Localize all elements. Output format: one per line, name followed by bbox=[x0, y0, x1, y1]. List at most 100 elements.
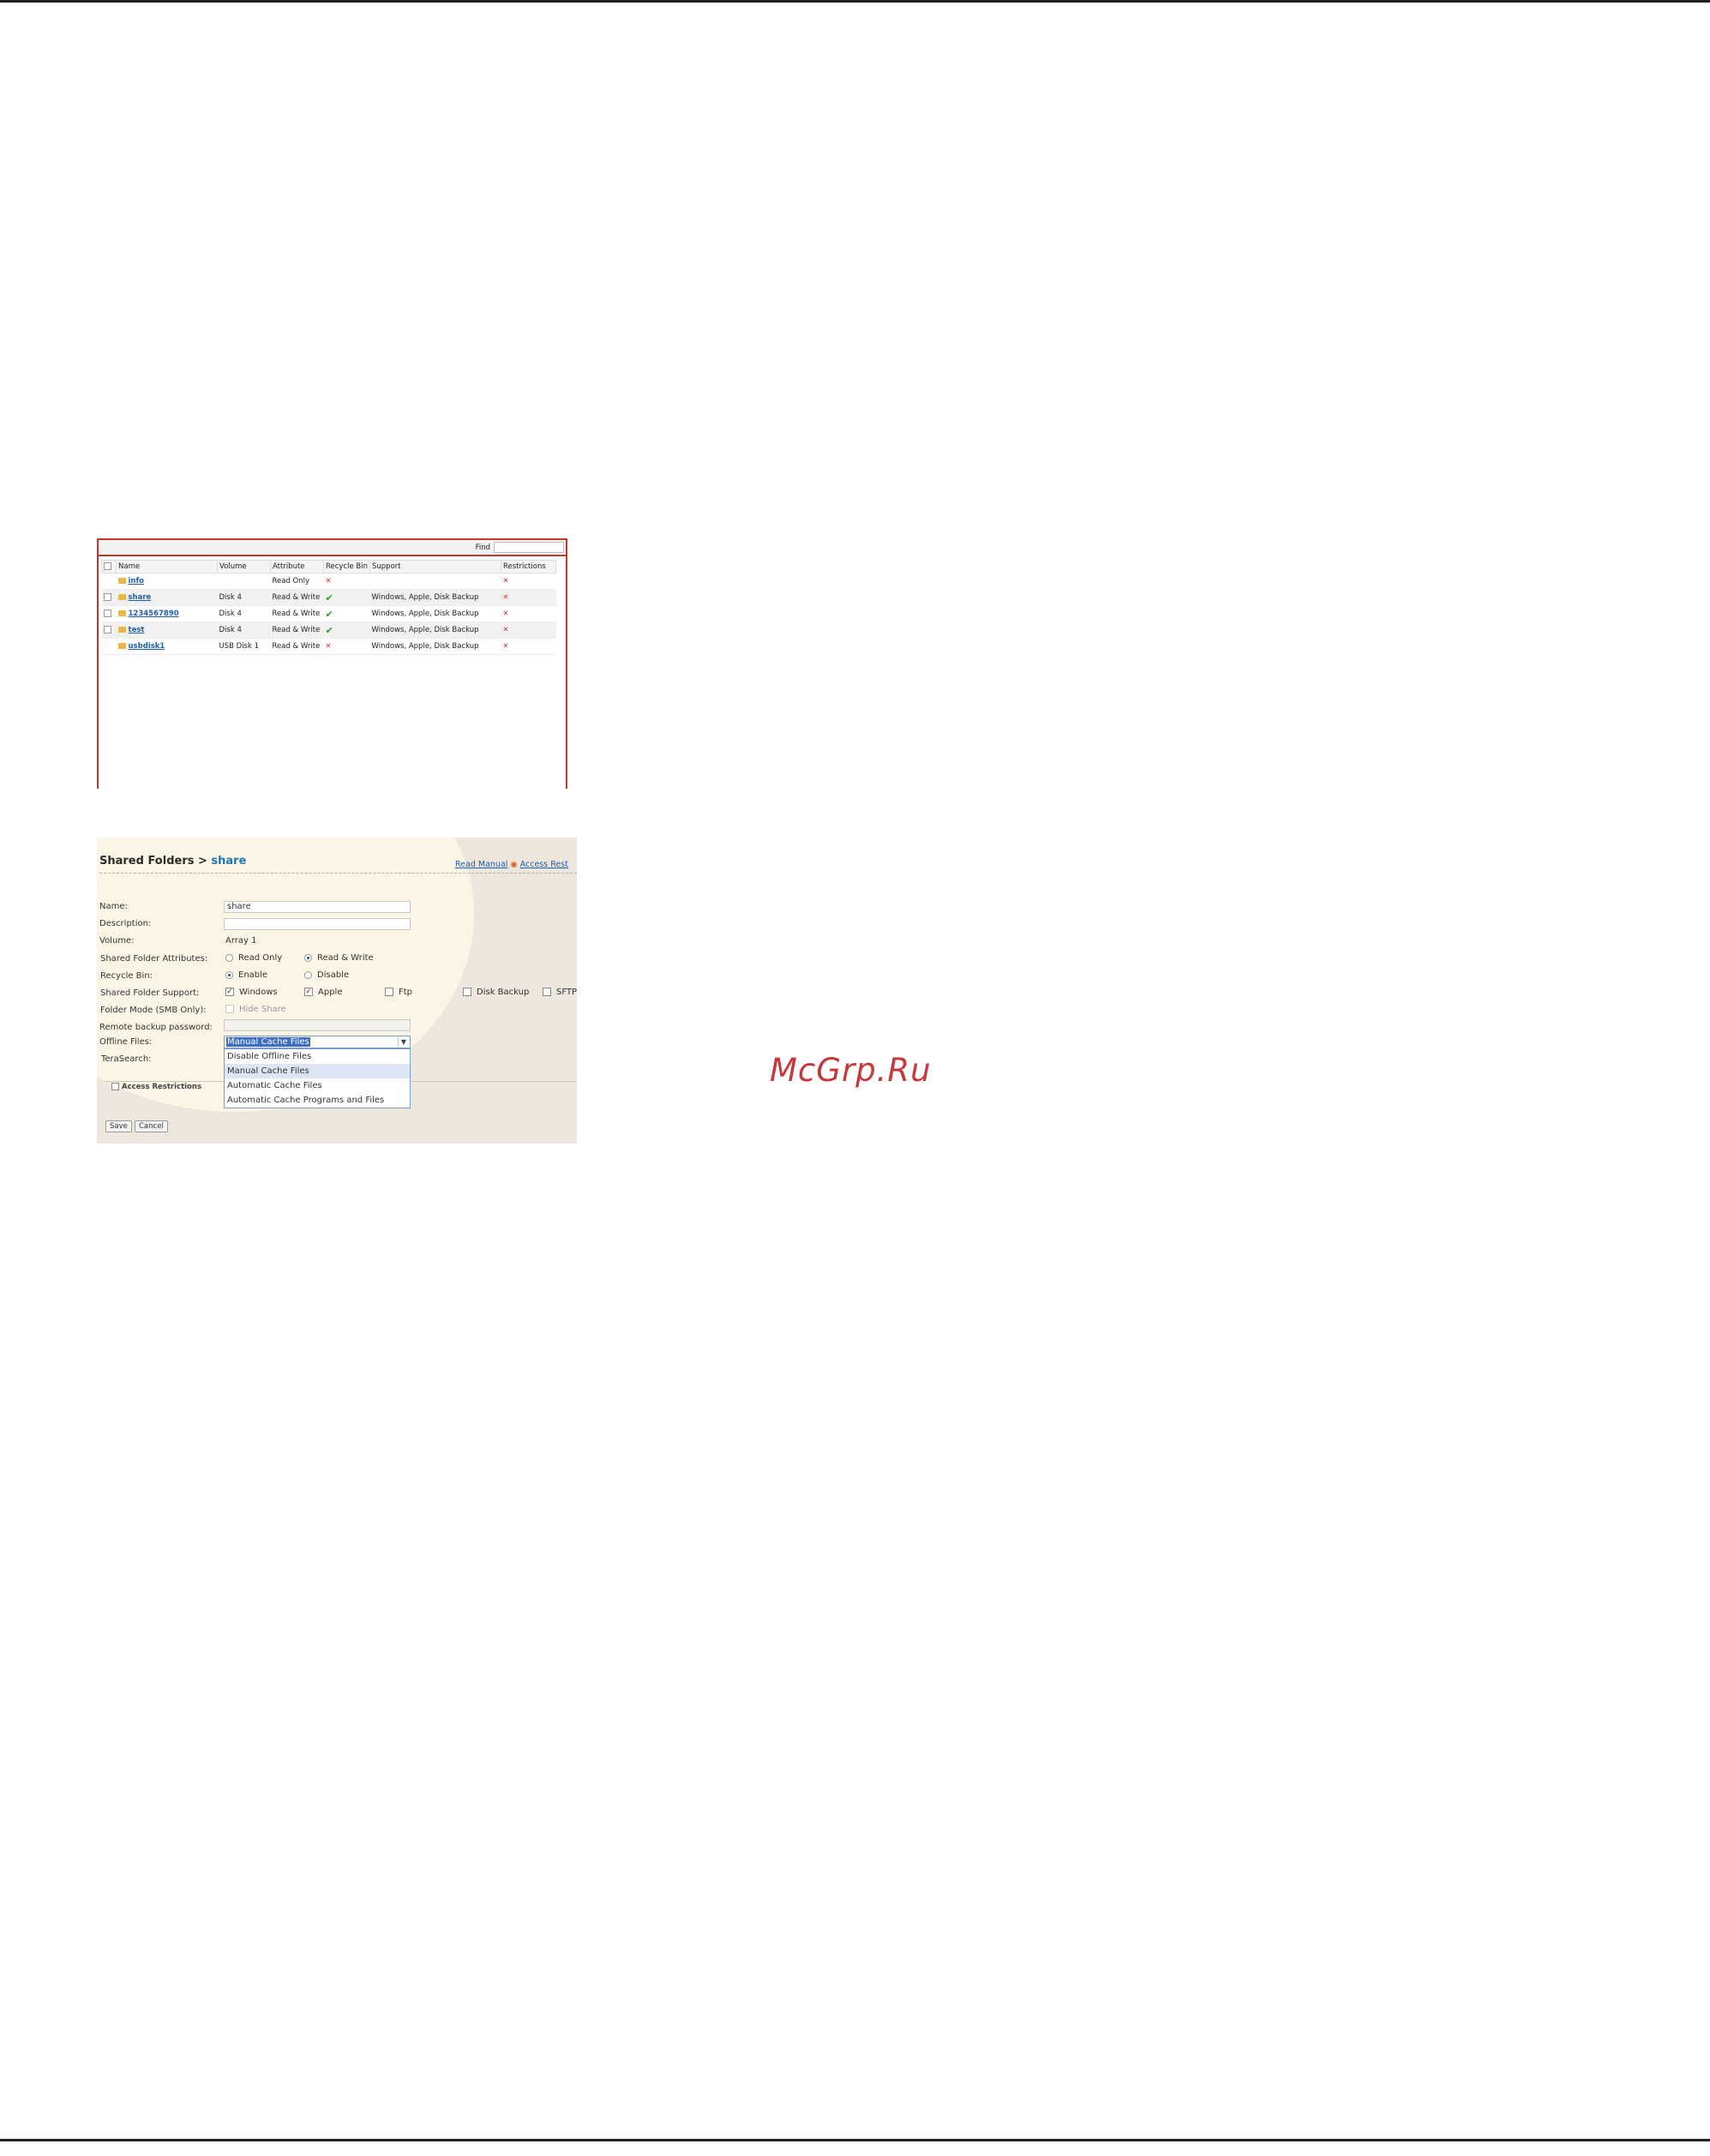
support-label: Shared Folder Support: bbox=[100, 988, 200, 998]
offline-files-select[interactable]: Manual Cache Files ▼ bbox=[224, 1036, 411, 1048]
support-cell bbox=[369, 573, 501, 590]
support-ftp-checkbox[interactable] bbox=[385, 988, 393, 996]
row-select-cell[interactable] bbox=[101, 573, 117, 590]
access-restrictions-row[interactable]: Access Restrictions bbox=[111, 1083, 201, 1091]
folder-icon bbox=[117, 610, 126, 616]
col-recycle-bin[interactable]: Recycle Bin bbox=[323, 560, 370, 574]
col-name[interactable]: Name bbox=[116, 560, 218, 574]
row-checkbox[interactable] bbox=[103, 593, 111, 601]
hide-share-checkbox[interactable] bbox=[225, 1005, 234, 1013]
support-sftp-option[interactable]: SFTP bbox=[543, 988, 577, 997]
top-links: Read Manual ◉ Access Rest bbox=[455, 860, 568, 869]
shared-folders-list-screenshot: Find Name Volume Attribute Recycle Bin S… bbox=[97, 538, 567, 789]
attr-read-write-radio[interactable] bbox=[304, 953, 312, 962]
description-field[interactable] bbox=[224, 918, 411, 930]
recycle-bin-cell: ✔ bbox=[323, 622, 370, 639]
row-select-cell[interactable] bbox=[101, 622, 117, 639]
select-all-header[interactable] bbox=[101, 560, 117, 574]
access-restrictions-link[interactable]: Access Rest bbox=[520, 860, 568, 869]
access-restrictions-checkbox[interactable] bbox=[111, 1083, 119, 1090]
dropdown-option[interactable]: Automatic Cache Files bbox=[225, 1078, 410, 1093]
share-name-link[interactable]: 1234567890 bbox=[129, 610, 179, 618]
attr-read-only-radio[interactable] bbox=[225, 953, 233, 962]
support-disk-backup-label: Disk Backup bbox=[477, 988, 530, 997]
breadcrumb-current: share bbox=[211, 855, 247, 868]
recycle-bin-cell: ✕ bbox=[323, 573, 370, 590]
row-checkbox[interactable] bbox=[103, 610, 111, 617]
find-input[interactable] bbox=[494, 542, 564, 553]
volume-label: Volume: bbox=[99, 936, 135, 946]
cancel-button[interactable]: Cancel bbox=[135, 1120, 168, 1132]
folder-icon bbox=[117, 627, 126, 633]
bottom-rule bbox=[0, 2139, 1710, 2141]
share-name-link[interactable]: usbdisk1 bbox=[129, 642, 165, 651]
breadcrumb-parent[interactable]: Shared Folders > bbox=[99, 855, 207, 868]
col-support[interactable]: Support bbox=[369, 560, 501, 574]
cross-icon: ✕ bbox=[502, 577, 509, 586]
attributes-label: Shared Folder Attributes: bbox=[100, 954, 208, 964]
support-ftp-option[interactable]: Ftp bbox=[385, 988, 412, 997]
support-apple-checkbox[interactable]: ✓ bbox=[304, 988, 313, 996]
recycle-disable-option[interactable]: Disable bbox=[304, 970, 349, 980]
offline-files-selected: Manual Cache Files bbox=[226, 1037, 310, 1047]
row-select-cell[interactable] bbox=[101, 638, 117, 655]
dropdown-option[interactable]: Manual Cache Files bbox=[225, 1064, 410, 1078]
share-name-link[interactable]: info bbox=[129, 577, 145, 586]
check-icon: ✔ bbox=[325, 624, 333, 636]
volume-value: Array 1 bbox=[225, 936, 257, 946]
table-row[interactable]: usbdisk1 USB Disk 1 Read & Write ✕ Windows, … bbox=[101, 638, 556, 655]
volume-cell: Disk 4 bbox=[217, 605, 271, 622]
row-checkbox[interactable] bbox=[103, 626, 111, 634]
col-volume[interactable]: Volume bbox=[217, 560, 271, 574]
description-label: Description: bbox=[99, 919, 152, 928]
hide-share-option[interactable]: Hide Share bbox=[225, 1005, 286, 1014]
share-name-link[interactable]: test bbox=[129, 626, 145, 634]
dropdown-option[interactable]: Disable Offline Files bbox=[225, 1049, 410, 1064]
restrictions-cell: ✕ bbox=[501, 605, 556, 622]
support-windows-option[interactable]: ✓ Windows bbox=[225, 988, 278, 997]
cross-icon: ✕ bbox=[502, 610, 509, 618]
read-manual-link[interactable]: Read Manual bbox=[455, 860, 507, 869]
share-name-cell: test bbox=[116, 622, 218, 639]
support-cell: Windows, Apple, Disk Backup bbox=[369, 605, 501, 622]
col-restrictions[interactable]: Restrictions bbox=[501, 560, 556, 574]
share-name-cell: usbdisk1 bbox=[116, 638, 218, 655]
name-field[interactable]: share bbox=[224, 901, 411, 913]
folder-mode-label: Folder Mode (SMB Only): bbox=[100, 1006, 207, 1015]
folder-icon bbox=[117, 594, 126, 600]
row-select-cell[interactable] bbox=[101, 589, 117, 606]
recycle-bin-cell: ✕ bbox=[323, 638, 370, 655]
support-disk-backup-checkbox[interactable] bbox=[463, 988, 471, 996]
table-row[interactable]: info Read Only ✕ ✕ bbox=[101, 573, 556, 590]
volume-cell: USB Disk 1 bbox=[217, 638, 271, 655]
select-all-checkbox[interactable] bbox=[104, 562, 111, 570]
recycle-bin-cell: ✔ bbox=[323, 605, 370, 622]
support-apple-option[interactable]: ✓ Apple bbox=[304, 988, 342, 997]
support-sftp-checkbox[interactable] bbox=[543, 988, 551, 996]
support-apple-label: Apple bbox=[318, 988, 343, 997]
table-row[interactable]: share Disk 4 Read & Write ✔ Windows, Apple, … bbox=[101, 589, 556, 606]
recycle-enable-radio[interactable] bbox=[225, 970, 233, 979]
support-disk-backup-option[interactable]: Disk Backup bbox=[463, 988, 529, 997]
shared-folder-edit-screenshot: Shared Folders > share Read Manual ◉ Acces… bbox=[97, 838, 577, 1144]
table-row[interactable]: 1234567890 Disk 4 Read & Write ✔ Windows, Ap… bbox=[101, 605, 556, 622]
recycle-enable-option[interactable]: Enable bbox=[225, 970, 267, 980]
row-select-cell[interactable] bbox=[101, 605, 117, 622]
table-row[interactable]: test Disk 4 Read & Write ✔ Windows, Apple, D… bbox=[101, 622, 556, 639]
support-cell: Windows, Apple, Disk Backup bbox=[369, 622, 501, 639]
chevron-down-icon[interactable]: ▼ bbox=[398, 1037, 409, 1047]
attr-read-write-option[interactable]: Read & Write bbox=[304, 953, 374, 963]
share-name-link[interactable]: share bbox=[129, 593, 152, 602]
dropdown-option[interactable]: Automatic Cache Programs and Files bbox=[225, 1093, 410, 1108]
remote-backup-password-field[interactable] bbox=[224, 1019, 411, 1031]
attr-read-only-option[interactable]: Read Only bbox=[225, 953, 282, 963]
attribute-cell: Read & Write bbox=[270, 638, 324, 655]
support-cell: Windows, Apple, Disk Backup bbox=[369, 589, 501, 606]
recycle-disable-radio[interactable] bbox=[304, 970, 312, 979]
volume-cell: Disk 4 bbox=[217, 589, 271, 606]
support-windows-checkbox[interactable]: ✓ bbox=[225, 988, 234, 996]
save-button[interactable]: Save bbox=[105, 1120, 132, 1132]
page-title: Shared Folders > share bbox=[99, 855, 246, 868]
support-ftp-label: Ftp bbox=[399, 988, 413, 997]
col-attribute[interactable]: Attribute bbox=[270, 560, 324, 574]
